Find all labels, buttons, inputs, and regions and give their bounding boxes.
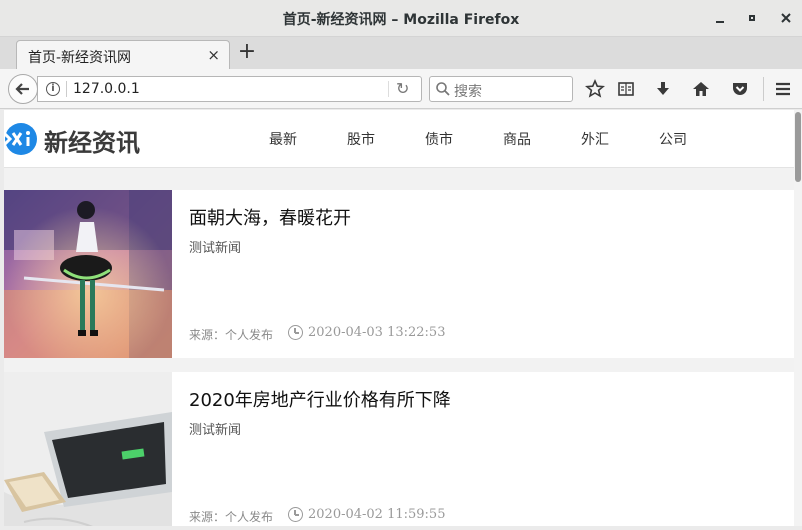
nav-latest[interactable]: 最新 [269, 129, 297, 149]
site-header: 新经资讯 最新 股市 债市 商品 外汇 公司 [4, 110, 794, 168]
news-time: 2020-04-02 11:59:55 [308, 507, 446, 522]
bookmark-star-icon[interactable] [584, 78, 606, 100]
back-button[interactable] [8, 74, 38, 104]
news-thumbnail[interactable] [4, 190, 172, 358]
news-time: 2020-04-03 13:22:53 [308, 325, 446, 340]
window-title: 首页-新经资讯网 – Mozilla Firefox [282, 12, 520, 28]
maximize-button[interactable] [742, 8, 762, 28]
close-window-button[interactable] [776, 8, 796, 28]
minimize-icon [716, 21, 724, 23]
reload-divider [388, 81, 389, 97]
clock-icon [288, 507, 303, 522]
tab-label: 首页-新经资讯网 [28, 50, 132, 66]
site-logo-icon[interactable] [4, 122, 38, 156]
url-divider [66, 81, 67, 97]
nav-commodities[interactable]: 商品 [503, 129, 531, 149]
page-viewport: 新经资讯 最新 股市 债市 商品 外汇 公司 面朝大海，春暖花开 测试新闻 来源… [4, 110, 794, 526]
maximize-icon [749, 15, 755, 21]
clock-icon [288, 325, 303, 340]
new-tab-button[interactable]: + [236, 40, 258, 64]
menu-icon[interactable] [772, 78, 794, 100]
window-titlebar: 首页-新经资讯网 – Mozilla Firefox [0, 0, 802, 37]
close-icon [781, 13, 791, 23]
toolbar-divider [763, 77, 764, 101]
nav-bonds[interactable]: 债市 [425, 129, 453, 149]
reading-list-icon[interactable] [615, 78, 637, 100]
news-tag: 测试新闻 [189, 423, 242, 438]
info-icon[interactable]: i [46, 82, 60, 96]
site-logo-text[interactable]: 新经资讯 [44, 123, 140, 158]
back-arrow-icon [15, 83, 29, 95]
news-title[interactable]: 面朝大海，春暖花开 [189, 204, 351, 230]
news-source: 来源：个人发布 [189, 328, 274, 342]
url-text[interactable]: 127.0.0.1 [73, 81, 140, 97]
url-bar[interactable]: i 127.0.0.1 ↻ [37, 76, 422, 102]
scrollbar-thumb[interactable] [795, 112, 801, 182]
news-title[interactable]: 2020年房地产行业价格有所下降 [189, 386, 451, 412]
nav-toolbar: i 127.0.0.1 ↻ 搜索 [0, 69, 802, 109]
nav-companies[interactable]: 公司 [659, 129, 687, 149]
search-icon [436, 82, 450, 96]
nav-stocks[interactable]: 股市 [347, 129, 375, 149]
tab-home[interactable]: 首页-新经资讯网 × [16, 40, 230, 70]
news-item[interactable]: 2020年房地产行业价格有所下降 测试新闻 来源：个人发布 2020-04-02… [4, 372, 794, 526]
news-source: 来源：个人发布 [189, 510, 274, 524]
tab-close-icon[interactable]: × [207, 46, 220, 64]
page-scrollbar[interactable] [794, 110, 802, 526]
home-icon[interactable] [690, 78, 712, 100]
download-icon[interactable] [652, 78, 674, 100]
news-item[interactable]: 面朝大海，春暖花开 测试新闻 来源：个人发布 2020-04-03 13:22:… [4, 190, 794, 358]
search-bar[interactable]: 搜索 [429, 76, 573, 102]
nav-forex[interactable]: 外汇 [581, 129, 609, 149]
news-thumbnail[interactable] [4, 372, 172, 526]
tab-strip: 首页-新经资讯网 × + [0, 37, 802, 70]
news-tag: 测试新闻 [189, 241, 242, 256]
reload-icon[interactable]: ↻ [396, 79, 409, 98]
search-placeholder[interactable]: 搜索 [454, 81, 482, 101]
minimize-button[interactable] [710, 8, 730, 28]
pocket-icon[interactable] [729, 78, 751, 100]
